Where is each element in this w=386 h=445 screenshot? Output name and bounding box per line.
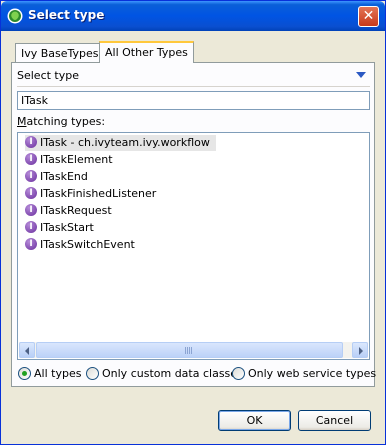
matching-types-label: Matching types: xyxy=(17,115,106,128)
filter-web-service-types[interactable]: Only web service types xyxy=(232,366,377,381)
ok-button[interactable]: OK xyxy=(218,410,291,431)
interface-icon: I xyxy=(25,153,37,165)
list-item-label: ITaskFinishedListener xyxy=(40,187,157,200)
arrow-left-icon xyxy=(25,347,29,355)
select-type-dialog: Select type ✕ Ivy BaseTypes All Other Ty… xyxy=(0,0,386,445)
title-bar[interactable]: Select type ✕ xyxy=(1,1,385,31)
scrollbar-thumb[interactable] xyxy=(36,342,343,358)
list-item[interactable]: I ITaskFinishedListener xyxy=(25,186,162,202)
list-item[interactable]: I ITaskElement xyxy=(25,152,119,168)
tab-label: Ivy BaseTypes xyxy=(21,47,99,60)
app-icon xyxy=(7,8,23,24)
type-search-input[interactable] xyxy=(17,91,370,110)
grip-icon xyxy=(185,347,193,354)
filter-custom-data-classes[interactable]: Only custom data classes xyxy=(86,366,243,381)
list-item[interactable]: I ITaskSwitchEvent xyxy=(25,237,141,253)
arrow-right-icon xyxy=(359,347,363,355)
list-item-label: ITaskSwitchEvent xyxy=(40,238,135,251)
interface-icon: I xyxy=(25,136,37,148)
interface-icon: I xyxy=(25,221,37,233)
scroll-left-button[interactable] xyxy=(19,342,35,358)
tab-ivy-base-types[interactable]: Ivy BaseTypes xyxy=(15,43,105,62)
radio-button[interactable] xyxy=(232,366,245,380)
interface-icon: I xyxy=(25,187,37,199)
interface-icon: I xyxy=(25,170,37,182)
matching-types-list[interactable]: I ITask - ch.ivyteam.ivy.workflow I ITaskE… xyxy=(17,132,370,360)
close-icon: ✕ xyxy=(362,8,375,24)
radio-label: Only web service types xyxy=(248,367,377,380)
list-item-label: ITaskStart xyxy=(40,221,94,234)
list-item-label: ITask - ch.ivyteam.ivy.workflow xyxy=(40,136,210,149)
list-item-label: ITaskElement xyxy=(40,153,113,166)
close-button[interactable]: ✕ xyxy=(358,6,379,27)
list-item[interactable]: I ITaskRequest xyxy=(25,203,118,219)
list-item[interactable]: I ITask - ch.ivyteam.ivy.workflow xyxy=(25,135,216,151)
tab-all-other-types[interactable]: All Other Types xyxy=(99,41,194,63)
list-item-label: ITaskRequest xyxy=(40,204,112,217)
list-item-label: ITaskEnd xyxy=(40,170,88,183)
chevron-down-icon[interactable] xyxy=(356,72,366,78)
scroll-right-button[interactable] xyxy=(352,342,368,358)
filter-all-types[interactable]: All types xyxy=(18,366,82,381)
list-item[interactable]: I ITaskEnd xyxy=(25,169,94,185)
interface-icon: I xyxy=(25,238,37,250)
interface-icon: I xyxy=(25,204,37,216)
radio-button[interactable] xyxy=(18,366,31,380)
divider xyxy=(17,86,370,87)
horizontal-scrollbar[interactable] xyxy=(19,342,368,358)
list-item[interactable]: I ITaskStart xyxy=(25,220,100,236)
cancel-button[interactable]: Cancel xyxy=(298,410,371,431)
radio-button[interactable] xyxy=(86,366,99,380)
select-type-section-header[interactable]: Select type xyxy=(17,68,370,84)
tab-label: All Other Types xyxy=(105,46,188,59)
radio-label: Only custom data classes xyxy=(102,367,243,380)
window-title: Select type xyxy=(28,8,105,22)
radio-label: All types xyxy=(34,367,82,380)
section-label: Select type xyxy=(17,69,80,82)
